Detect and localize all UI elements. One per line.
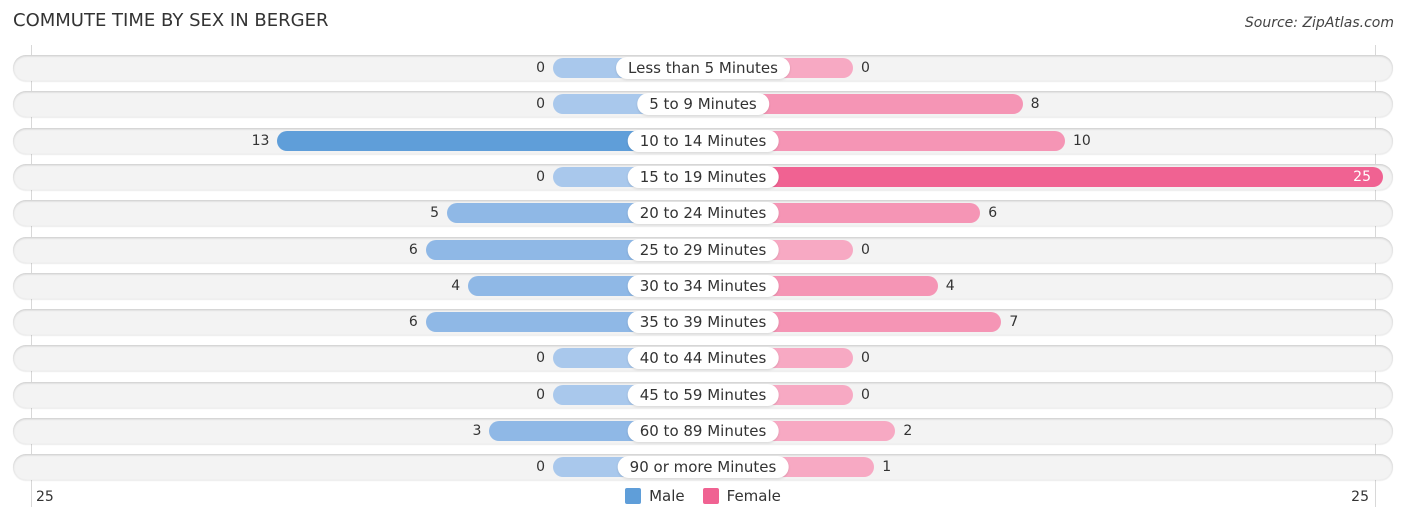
value-label-female: 0 (861, 387, 870, 403)
category-label: 30 to 34 Minutes (627, 275, 779, 297)
value-label-female: 1 (882, 459, 892, 475)
legend-swatch-female (702, 488, 719, 504)
legend-swatch-male (625, 488, 642, 504)
category-label: 60 to 89 Minutes (627, 420, 779, 442)
value-label-male: 13 (251, 133, 270, 149)
value-label-male: 6 (408, 314, 418, 330)
value-label-female: 25 (1353, 169, 1371, 185)
value-label-male: 3 (472, 423, 482, 439)
value-label-female: 2 (903, 423, 913, 439)
value-label-female: 0 (861, 60, 870, 76)
value-label-female: 0 (861, 350, 870, 366)
category-label: 15 to 19 Minutes (627, 166, 779, 188)
value-label-female: 8 (1030, 96, 1040, 112)
value-label-male: 6 (408, 242, 418, 258)
value-label-male: 5 (430, 205, 439, 221)
value-label-male: 4 (451, 278, 461, 294)
legend-item-female[interactable]: Female (702, 487, 781, 505)
legend: Male Female (0, 487, 1406, 505)
legend-item-male[interactable]: Male (625, 487, 685, 505)
value-label-male: 0 (536, 96, 545, 112)
category-label: 5 to 9 Minutes (637, 93, 769, 115)
category-label: 35 to 39 Minutes (627, 311, 779, 333)
legend-label-female: Female (726, 487, 781, 505)
bar-female[interactable] (703, 167, 1383, 187)
value-label-female: 10 (1073, 133, 1091, 149)
value-label-male: 0 (536, 169, 545, 185)
value-label-female: 7 (1009, 314, 1019, 330)
category-label: 25 to 29 Minutes (627, 239, 779, 261)
value-label-female: 0 (861, 242, 870, 258)
value-label-male: 0 (536, 60, 545, 76)
value-label-female: 6 (988, 205, 998, 221)
chart-title: COMMUTE TIME BY SEX IN BERGER (13, 10, 329, 31)
category-label: 10 to 14 Minutes (627, 130, 779, 152)
category-label: Less than 5 Minutes (616, 57, 790, 79)
value-label-female: 4 (945, 278, 955, 294)
source-label: Source: ZipAtlas.com (1244, 15, 1394, 31)
value-label-male: 0 (536, 459, 545, 475)
legend-label-male: Male (649, 487, 685, 505)
category-label: 40 to 44 Minutes (627, 347, 779, 369)
category-label: 45 to 59 Minutes (627, 384, 779, 406)
value-label-male: 0 (536, 387, 545, 403)
value-label-male: 0 (536, 350, 545, 366)
category-label: 20 to 24 Minutes (627, 202, 779, 224)
category-label: 90 or more Minutes (617, 456, 789, 478)
